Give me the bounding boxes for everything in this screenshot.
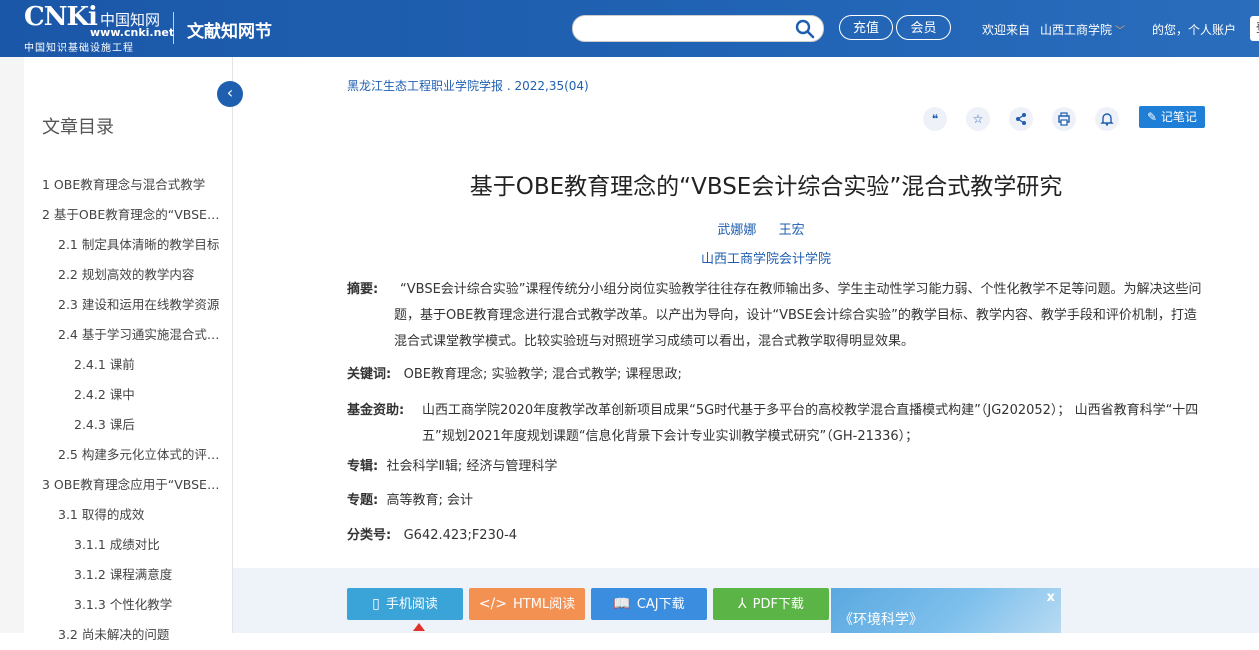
author-list: 武娜娜 王宏 bbox=[233, 219, 1259, 238]
journal-issue[interactable]: . 2022,35(04) bbox=[507, 79, 589, 93]
toc-item[interactable]: 1 OBE教育理念与混合式教学 bbox=[24, 170, 232, 200]
share-icon[interactable] bbox=[1009, 107, 1033, 131]
phone-icon: ▯ bbox=[372, 596, 380, 612]
ad-banner[interactable]: x 《环境科学》 bbox=[831, 588, 1061, 633]
article-main: 黑龙江生态工程职业学院学报 . 2022,35(04) ❝ ☆ ✎ 记笔记 基于… bbox=[233, 57, 1259, 633]
active-marker-icon bbox=[413, 623, 425, 631]
member-button[interactable]: 会员 bbox=[896, 15, 951, 40]
pdf-download-button[interactable]: ⅄ PDF下载 bbox=[713, 588, 829, 620]
toc-item[interactable]: 3.1.3 个性化教学 bbox=[24, 590, 232, 620]
topic-label: 专题: bbox=[347, 493, 379, 508]
star-icon[interactable]: ☆ bbox=[966, 107, 990, 131]
toc-list: 1 OBE教育理念与混合式教学2 基于OBE教育理念的“VBSE会计综合实验”混… bbox=[24, 170, 232, 650]
classification-label: 分类号: bbox=[347, 528, 392, 543]
keywords-section: 关键词: OBE教育理念; 实验教学; 混合式教学; 课程思政; bbox=[347, 362, 682, 388]
mobile-read-button[interactable]: ▯ 手机阅读 bbox=[347, 588, 463, 620]
toc-item[interactable]: 2.5 构建多元化立体式的评价体系 bbox=[24, 440, 232, 470]
toc-item[interactable]: 3.1.1 成绩对比 bbox=[24, 530, 232, 560]
search-input[interactable] bbox=[583, 19, 787, 39]
caj-download-label: CAJ下载 bbox=[636, 597, 685, 612]
institution-dropdown[interactable]: 山西工商学院 ﹀ bbox=[1040, 21, 1125, 38]
keywords-links[interactable]: OBE教育理念; 实验教学; 混合式教学; 课程思政; bbox=[404, 367, 682, 382]
abstract-label: 摘要: bbox=[347, 282, 379, 297]
toc-item[interactable]: 2.4.1 课前 bbox=[24, 350, 232, 380]
personal-account-text: 的您，个人账户 bbox=[1152, 23, 1237, 37]
take-note-label: 记笔记 bbox=[1160, 110, 1197, 124]
bell-icon[interactable] bbox=[1095, 107, 1119, 131]
left-gutter bbox=[0, 57, 24, 633]
affiliation-link[interactable]: 山西工商学院会计学院 bbox=[233, 248, 1259, 267]
recharge-button[interactable]: 充值 bbox=[839, 15, 893, 40]
logo-mark: CNKi bbox=[24, 2, 98, 32]
welcome-text: 欢迎来自 bbox=[982, 23, 1031, 37]
series-section: 专辑: 社会科学Ⅱ辑; 经济与管理科学 bbox=[347, 454, 557, 480]
html-read-label: HTML阅读 bbox=[513, 597, 576, 612]
mobile-read-label: 手机阅读 bbox=[385, 597, 438, 612]
toc-item[interactable]: 2.4.2 课中 bbox=[24, 380, 232, 410]
toc-sidebar: 文章目录 1 OBE教育理念与混合式教学2 基于OBE教育理念的“VBSE会计综… bbox=[24, 57, 233, 642]
topic-value: 高等教育; 会计 bbox=[386, 493, 473, 508]
book-icon: 📖 bbox=[613, 596, 631, 612]
funding-section: 基金资助: 山西工商学院2020年度教学改革创新项目成果“5G时代基于多平台的高… bbox=[347, 398, 1207, 450]
toc-item[interactable]: 2.4.3 课后 bbox=[24, 410, 232, 440]
keywords-label: 关键词: bbox=[347, 367, 392, 382]
toc-title: 文章目录 bbox=[42, 117, 114, 138]
toc-item[interactable]: 3.1 取得的成效 bbox=[24, 500, 232, 530]
journal-name[interactable]: 黑龙江生态工程职业学院学报 bbox=[347, 79, 503, 93]
toc-item[interactable]: 2 基于OBE教育理念的“VBSE会计综合实验”混合式教学设计 bbox=[24, 200, 232, 230]
abstract-text: “VBSE会计综合实验”课程传统分小组分岗位实验教学往往存在教师输出多、学生主动… bbox=[394, 282, 1202, 349]
article-title: 基于OBE教育理念的“VBSE会计综合实验”混合式教学研究 bbox=[469, 174, 1063, 200]
section-title[interactable]: 文献知网节 bbox=[187, 17, 272, 42]
toc-item[interactable]: 3.1.2 课程满意度 bbox=[24, 560, 232, 590]
caj-download-button[interactable]: 📖 CAJ下载 bbox=[591, 588, 707, 620]
header-divider bbox=[173, 12, 174, 44]
journal-source[interactable]: 黑龙江生态工程职业学院学报 . 2022,35(04) bbox=[347, 77, 589, 94]
close-icon[interactable]: x bbox=[1047, 590, 1055, 605]
classification-section: 分类号: G642.423;F230-4 bbox=[347, 523, 517, 549]
pencil-icon: ✎ bbox=[1147, 110, 1161, 124]
author-link[interactable]: 王宏 bbox=[779, 223, 805, 238]
take-note-button[interactable]: ✎ 记笔记 bbox=[1139, 106, 1205, 128]
pdf-download-label: PDF下载 bbox=[752, 597, 804, 612]
logo-url: www.cnki.net bbox=[90, 26, 175, 39]
code-icon: </> bbox=[478, 596, 507, 612]
pdf-icon: ⅄ bbox=[738, 596, 747, 612]
toc-item[interactable]: 3.2 尚未解决的问题 bbox=[24, 620, 232, 650]
topic-section: 专题: 高等教育; 会计 bbox=[347, 488, 473, 514]
funding-links[interactable]: 山西工商学院2020年度教学改革创新项目成果“5G时代基于多平台的高校教学混合直… bbox=[422, 398, 1207, 450]
chevron-down-icon: ﹀ bbox=[1115, 26, 1126, 37]
series-label: 专辑: bbox=[347, 459, 379, 474]
search-box[interactable] bbox=[572, 15, 824, 42]
top-header: CNKi 中国知网 www.cnki.net 中国知识基础设施工程 文献知网节 充… bbox=[0, 0, 1259, 57]
login-button[interactable]: 登 bbox=[1250, 16, 1259, 41]
toc-item[interactable]: 2.4 基于学习通实施混合式教学 bbox=[24, 320, 232, 350]
toc-item[interactable]: 2.2 规划高效的教学内容 bbox=[24, 260, 232, 290]
ad-text: 《环境科学》 bbox=[839, 612, 923, 628]
cnki-logo[interactable]: CNKi 中国知网 www.cnki.net 中国知识基础设施工程 bbox=[24, 2, 175, 54]
html-read-button[interactable]: </> HTML阅读 bbox=[469, 588, 585, 620]
print-icon[interactable] bbox=[1052, 107, 1076, 131]
institution-name: 山西工商学院 bbox=[1040, 23, 1113, 37]
funding-label: 基金资助: bbox=[347, 403, 405, 418]
abstract-section: 摘要: “VBSE会计综合实验”课程传统分小组分岗位实验教学往往存在教师输出多、… bbox=[347, 277, 1207, 355]
classification-value: G642.423;F230-4 bbox=[403, 528, 518, 543]
toc-item[interactable]: 2.3 建设和运用在线教学资源 bbox=[24, 290, 232, 320]
search-icon[interactable] bbox=[795, 19, 815, 39]
author-link[interactable]: 武娜娜 bbox=[717, 223, 756, 238]
series-value: 社会科学Ⅱ辑; 经济与管理科学 bbox=[386, 459, 558, 474]
toc-item[interactable]: 3 OBE教育理念应用于“VBSE会计综合实验”的成效 bbox=[24, 470, 232, 500]
toc-item[interactable]: 2.1 制定具体清晰的教学目标 bbox=[24, 230, 232, 260]
logo-subtitle: 中国知识基础设施工程 bbox=[24, 43, 134, 54]
quote-icon[interactable]: ❝ bbox=[923, 107, 947, 131]
